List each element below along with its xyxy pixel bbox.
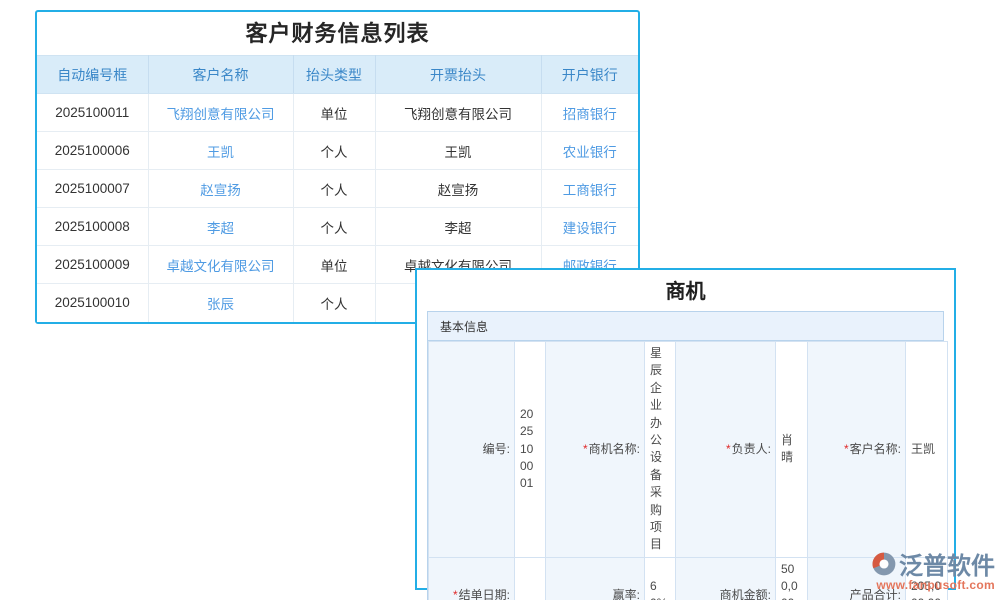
opportunity-detail-panel: 商机 基本信息 编号: 2025100001 *商机名称: 星辰企业办公设备采购… (415, 268, 956, 590)
cell-invoice-title: 王凯 (375, 132, 541, 170)
field-label-text: 商机金额: (720, 588, 771, 600)
field-value-win-rate: 60% (645, 557, 676, 600)
cell-customer-name-link[interactable]: 王凯 (148, 132, 293, 170)
cell-customer-name-link[interactable]: 赵宣扬 (148, 170, 293, 208)
cell-auto-number: 2025100008 (37, 208, 148, 246)
cell-auto-number: 2025100011 (37, 94, 148, 132)
cell-bank-link[interactable]: 农业银行 (541, 132, 638, 170)
cell-auto-number: 2025100010 (37, 284, 148, 322)
brand-name: 泛普软件 (899, 546, 995, 581)
cell-invoice-title: 飞翔创意有限公司 (375, 94, 541, 132)
column-header-title-type: 抬头类型 (293, 56, 375, 94)
column-header-invoice-title: 开票抬头 (375, 56, 541, 94)
cell-customer-name-link[interactable]: 卓越文化有限公司 (148, 246, 293, 284)
cell-invoice-title: 赵宣扬 (375, 170, 541, 208)
field-label-close-date: *结单日期: (429, 557, 515, 600)
form-row: 编号: 2025100001 *商机名称: 星辰企业办公设备采购项目 *负责人:… (429, 342, 948, 558)
field-label-opportunity-amount: 商机金额: (676, 557, 776, 600)
column-header-bank: 开户银行 (541, 56, 638, 94)
table-row: 2025100008 李超 个人 李超 建设银行 (37, 208, 638, 246)
field-value-customer-name: 王凯 (906, 342, 948, 558)
opportunity-panel-title: 商机 (417, 270, 954, 311)
cell-auto-number: 2025100007 (37, 170, 148, 208)
cell-invoice-title: 李超 (375, 208, 541, 246)
cell-title-type: 个人 (293, 132, 375, 170)
table-row: 2025100006 王凯 个人 王凯 农业银行 (37, 132, 638, 170)
field-value-owner: 肖晴 (776, 342, 808, 558)
cell-bank-link[interactable]: 工商银行 (541, 170, 638, 208)
required-mark: * (453, 588, 458, 600)
field-label-customer-name: *客户名称: (808, 342, 906, 558)
table-row: 2025100011 飞翔创意有限公司 单位 飞翔创意有限公司 招商银行 (37, 94, 638, 132)
basic-info-section-header: 基本信息 (428, 312, 943, 341)
field-label-text: 客户名称: (850, 442, 901, 456)
cell-title-type: 单位 (293, 246, 375, 284)
cell-title-type: 单位 (293, 94, 375, 132)
table-row: 2025100007 赵宣扬 个人 赵宣扬 工商银行 (37, 170, 638, 208)
brand-url: www.fanpusoft.com (843, 578, 995, 592)
field-label-opportunity-name: *商机名称: (546, 342, 645, 558)
cell-title-type: 个人 (293, 208, 375, 246)
field-label-text: 赢率: (613, 588, 640, 600)
required-mark: * (726, 442, 731, 456)
cell-customer-name-link[interactable]: 张辰 (148, 284, 293, 322)
required-mark: * (844, 442, 849, 456)
vendor-watermark: 泛普软件 www.fanpusoft.com (843, 546, 995, 592)
table-header-row: 自动编号框 客户名称 抬头类型 开票抬头 开户银行 (37, 56, 638, 94)
field-label-text: 商机名称: (589, 442, 640, 456)
cell-bank-link[interactable]: 招商银行 (541, 94, 638, 132)
cell-title-type: 个人 (293, 284, 375, 322)
field-label-win-rate: 赢率: (546, 557, 645, 600)
cell-auto-number: 2025100006 (37, 132, 148, 170)
cell-auto-number: 2025100009 (37, 246, 148, 284)
field-label-text: 结单日期: (459, 588, 510, 600)
brand-logo-icon (870, 550, 898, 578)
column-header-auto-number: 自动编号框 (37, 56, 148, 94)
list-panel-title: 客户财务信息列表 (37, 12, 638, 55)
cell-customer-name-link[interactable]: 飞翔创意有限公司 (148, 94, 293, 132)
field-label-text: 编号: (483, 442, 510, 456)
field-label-number: 编号: (429, 342, 515, 558)
cell-title-type: 个人 (293, 170, 375, 208)
field-value-close-date (515, 557, 546, 600)
field-value-opportunity-name: 星辰企业办公设备采购项目 (645, 342, 676, 558)
field-label-owner: *负责人: (676, 342, 776, 558)
cell-customer-name-link[interactable]: 李超 (148, 208, 293, 246)
field-value-number: 2025100001 (515, 342, 546, 558)
field-label-text: 负责人: (732, 442, 771, 456)
required-mark: * (583, 442, 588, 456)
cell-bank-link[interactable]: 建设银行 (541, 208, 638, 246)
field-value-opportunity-amount: 500,000.00 (776, 557, 808, 600)
screen: 客户财务信息列表 自动编号框 客户名称 抬头类型 开票抬头 开户银行 20251… (0, 0, 1000, 600)
column-header-customer-name: 客户名称 (148, 56, 293, 94)
